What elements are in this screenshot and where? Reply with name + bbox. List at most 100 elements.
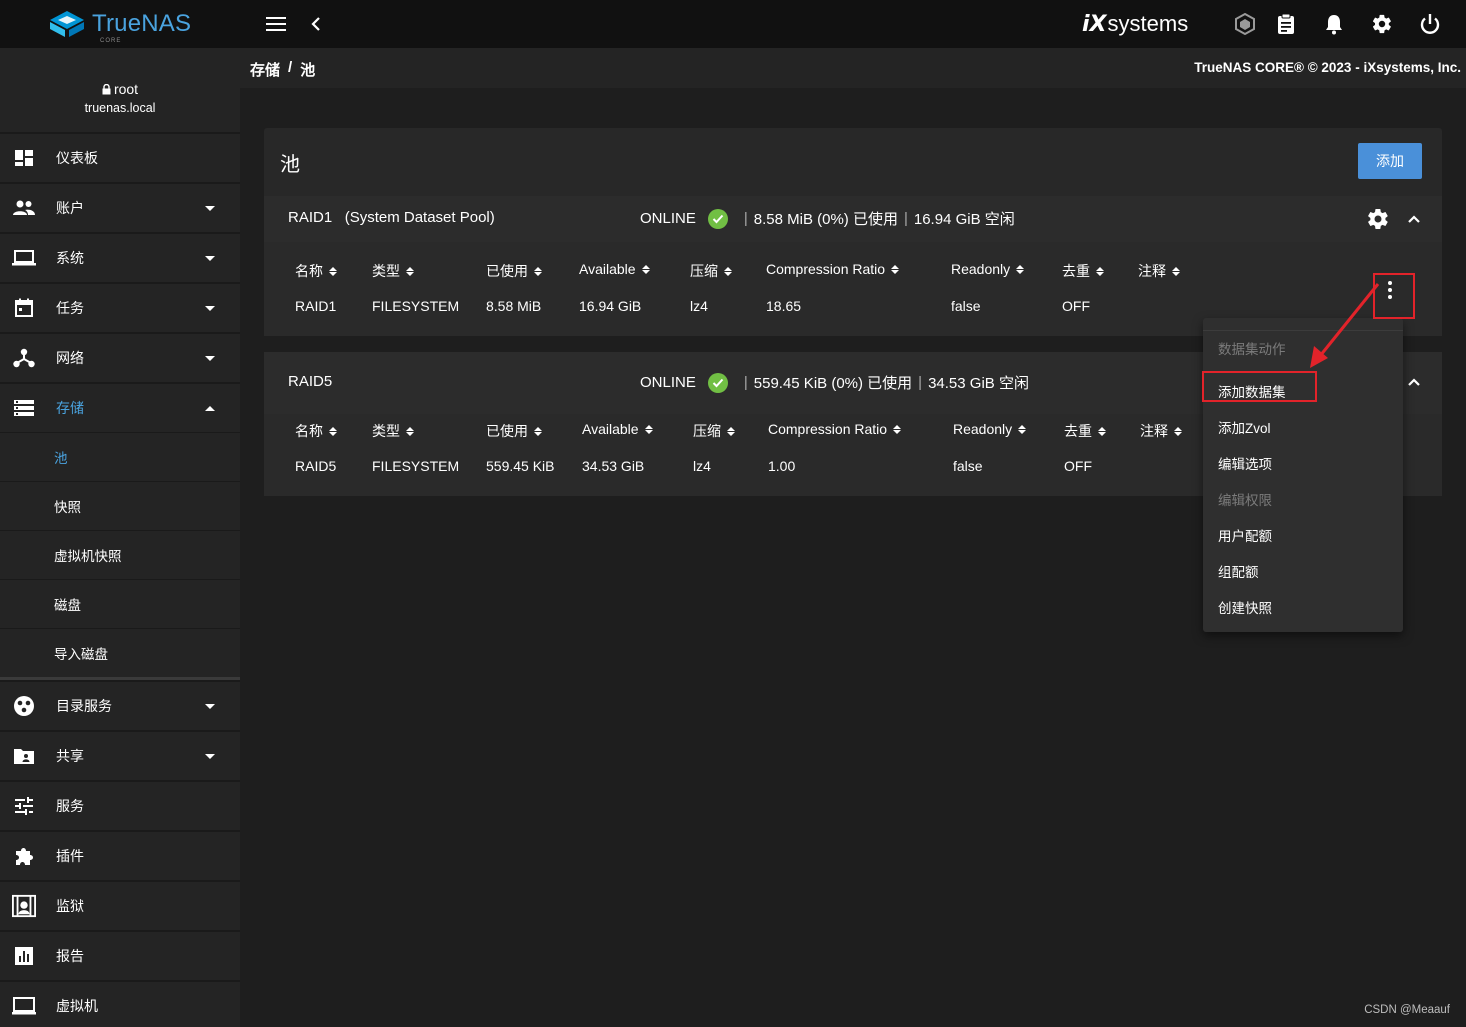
chevron-up-icon[interactable] <box>1406 374 1422 390</box>
bell-icon[interactable] <box>1322 12 1346 36</box>
nav-plugins[interactable]: 插件 <box>0 830 240 880</box>
nav-label: 仪表板 <box>56 150 98 166</box>
column-header[interactable]: 已使用 <box>486 261 542 281</box>
status-text: ONLINE <box>640 210 696 227</box>
menu-create-snapshot[interactable]: 创建快照 <box>1218 597 1272 617</box>
jail-icon <box>12 894 36 918</box>
nav-tasks[interactable]: 任务 <box>0 282 240 332</box>
pool-name: RAID1 (System Dataset Pool) <box>288 209 495 226</box>
watermark: CSDN @Meaauf <box>1364 1004 1450 1016</box>
sub-nav-import-disk[interactable]: 导入磁盘 <box>0 628 240 677</box>
column-header[interactable]: Available <box>579 261 650 277</box>
puzzle-icon <box>12 844 36 868</box>
sidebar: root truenas.local 仪表板 账户 系统 任务 网络 存储 池 … <box>0 48 240 1027</box>
logo-sub: CORE <box>100 38 122 44</box>
menu-add-zvol[interactable]: 添加Zvol <box>1218 417 1271 437</box>
chevron-left-icon[interactable] <box>304 12 328 36</box>
column-header[interactable]: Compression Ratio <box>768 421 902 437</box>
sub-nav-label: 导入磁盘 <box>54 647 108 662</box>
pool-settings-gear-icon[interactable] <box>1366 207 1390 231</box>
sort-icon <box>329 426 337 436</box>
cell-compression: lz4 <box>693 458 711 474</box>
gear-icon[interactable] <box>1370 12 1394 36</box>
pool-tag: (System Dataset Pool) <box>344 209 495 226</box>
column-header[interactable]: 压缩 <box>690 261 732 281</box>
menu-user-quotas[interactable]: 用户配额 <box>1218 525 1272 545</box>
sort-icon <box>641 264 650 274</box>
truenas-logo[interactable]: TrueNAS CORE <box>48 6 191 44</box>
cell-compression: lz4 <box>690 298 708 314</box>
column-header[interactable]: Available <box>582 421 653 437</box>
menu-icon[interactable] <box>264 12 288 36</box>
column-header[interactable]: Compression Ratio <box>766 261 900 277</box>
column-header[interactable]: 类型 <box>372 261 414 281</box>
nav-jails[interactable]: 监狱 <box>0 880 240 930</box>
sort-icon <box>1016 264 1025 274</box>
truecommand-icon[interactable] <box>1233 12 1257 36</box>
sub-nav-vm-snapshots[interactable]: 虚拟机快照 <box>0 530 240 579</box>
column-header[interactable]: 压缩 <box>693 421 735 441</box>
used-text: 559.45 KiB (0%) 已使用 <box>753 375 913 392</box>
sort-icon <box>1018 424 1027 434</box>
cell-available: 16.94 GiB <box>579 298 642 314</box>
sub-nav-disks[interactable]: 磁盘 <box>0 579 240 628</box>
sort-icon <box>406 426 414 436</box>
nav-label: 插件 <box>56 848 84 864</box>
nav-label: 网络 <box>56 350 84 366</box>
nav-label: 任务 <box>56 300 84 316</box>
pool-name-text: RAID5 <box>288 373 333 390</box>
nav-accounts[interactable]: 账户 <box>0 182 240 232</box>
nav-reporting[interactable]: 报告 <box>0 930 240 980</box>
copyright: TrueNAS CORE® © 2023 - iXsystems, Inc. <box>1194 60 1461 75</box>
sub-nav-pools[interactable]: 池 <box>0 432 240 481</box>
user-name: root <box>113 81 139 97</box>
nav-sharing[interactable]: 共享 <box>0 730 240 780</box>
sort-icon <box>1174 426 1182 436</box>
column-header[interactable]: 类型 <box>372 421 414 441</box>
column-header[interactable]: 去重 <box>1064 421 1106 441</box>
nav-label: 虚拟机 <box>56 998 98 1014</box>
nav-label: 服务 <box>56 798 84 814</box>
user-name-row: root <box>0 81 240 97</box>
sub-nav-snapshots[interactable]: 快照 <box>0 481 240 530</box>
ixsystems-logo[interactable]: iX systems <box>1082 8 1188 40</box>
nav-storage[interactable]: 存储 <box>0 382 240 432</box>
column-header[interactable]: 注释 <box>1140 421 1182 441</box>
nav-label: 监狱 <box>56 898 84 914</box>
nav-dashboard[interactable]: 仪表板 <box>0 132 240 182</box>
column-header[interactable]: Readonly <box>953 421 1027 437</box>
breadcrumb-separator: / <box>288 59 293 76</box>
systems-text: systems <box>1107 11 1189 36</box>
nav-label: 系统 <box>56 250 84 266</box>
breadcrumb-storage[interactable]: 存储 <box>250 59 280 80</box>
menu-group-quotas[interactable]: 组配额 <box>1218 561 1259 581</box>
sort-icon <box>724 266 732 276</box>
nav-network[interactable]: 网络 <box>0 332 240 382</box>
nav-directory-services[interactable]: 目录服务 <box>0 680 240 730</box>
cell-used: 8.58 MiB <box>486 298 542 314</box>
column-header[interactable]: 已使用 <box>486 421 542 441</box>
lock-icon <box>102 83 111 95</box>
directory-icon <box>12 694 36 718</box>
clipboard-icon[interactable] <box>1274 12 1298 36</box>
power-icon[interactable] <box>1418 12 1442 36</box>
breadcrumb-bar: 存储 / 池 TrueNAS CORE® © 2023 - iXsystems,… <box>240 48 1466 88</box>
column-header[interactable]: 名称 <box>295 421 337 441</box>
column-header[interactable]: 名称 <box>295 261 337 281</box>
add-pool-button[interactable]: 添加 <box>1358 143 1422 179</box>
menu-edit-options[interactable]: 编辑选项 <box>1218 453 1272 473</box>
column-header[interactable]: 注释 <box>1138 261 1180 281</box>
nav-label: 目录服务 <box>56 698 112 714</box>
sort-icon <box>1098 426 1106 436</box>
sort-icon <box>1172 266 1180 276</box>
sort-icon <box>727 426 735 436</box>
sort-icon <box>891 264 900 274</box>
column-header[interactable]: Readonly <box>951 261 1025 277</box>
nav-services[interactable]: 服务 <box>0 780 240 830</box>
cell-used: 559.45 KiB <box>486 458 555 474</box>
nav-virtual-machines[interactable]: 虚拟机 <box>0 980 240 1027</box>
cell-name: RAID5 <box>295 458 337 474</box>
nav-system[interactable]: 系统 <box>0 232 240 282</box>
column-header[interactable]: 去重 <box>1062 261 1104 281</box>
chevron-up-icon[interactable] <box>1406 211 1422 227</box>
